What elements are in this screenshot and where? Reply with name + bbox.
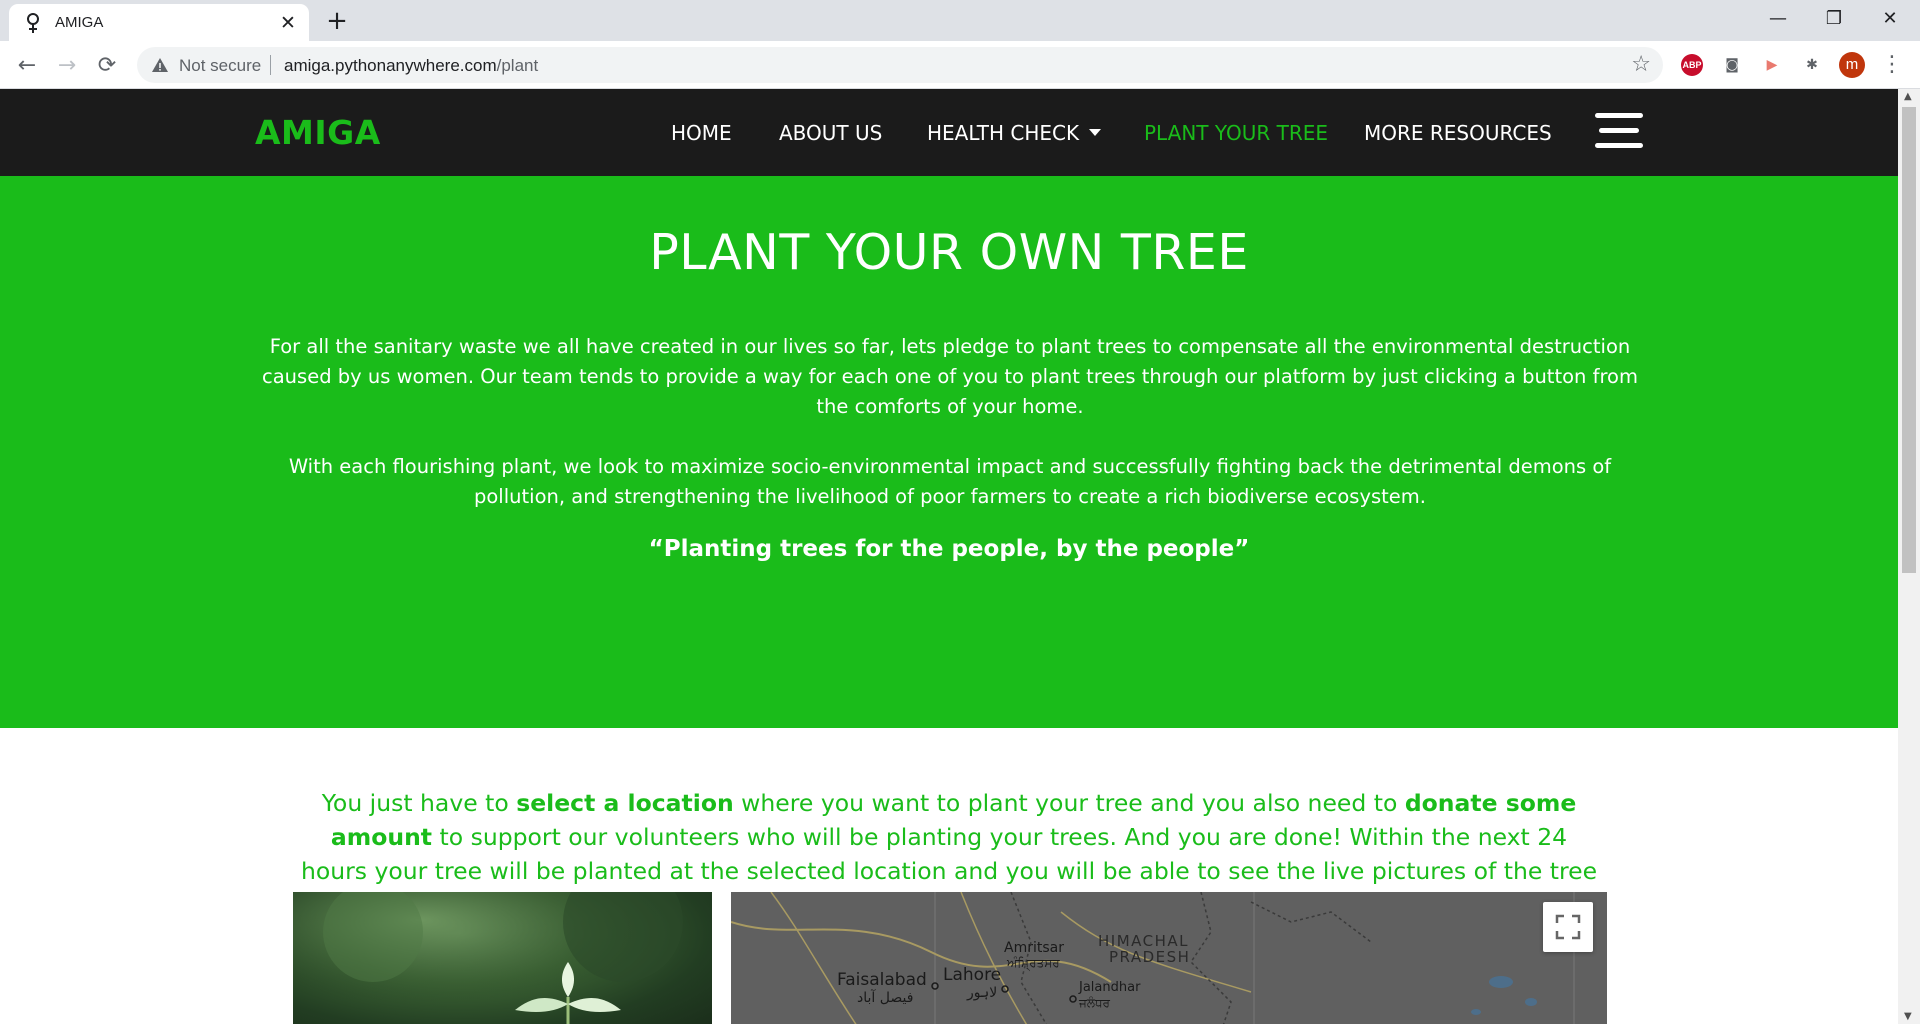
map-label-pradesh: PRADESH [1109,948,1191,966]
minimize-button[interactable]: — [1750,0,1806,41]
page-scrollbar[interactable]: ▲ ▼ [1898,89,1920,1024]
nav-about-us[interactable]: ABOUT US [779,121,882,145]
sapling-photo [293,892,712,1024]
tab-title: AMIGA [55,14,104,31]
hero-paragraph-1: For all the sanitary waste we all have c… [262,335,1638,418]
nav-home[interactable]: HOME [671,121,732,145]
fullscreen-icon [1555,914,1581,940]
close-window-button[interactable]: ✕ [1862,0,1918,41]
address-bar[interactable]: Not secure amiga.pythonanywhere.com/plan… [137,47,1663,83]
url-host: amiga.pythonanywhere.com [284,56,497,75]
reload-button[interactable]: ⟳ [91,50,123,82]
intro-text-part2: where you want to plant your tree and yo… [733,789,1405,817]
security-status[interactable]: Not secure [179,56,261,76]
bookmark-star-icon[interactable]: ☆ [1631,52,1651,77]
map-label-faisalabad-local: فیصل آباد [857,990,914,1006]
url-path: /plant [496,56,539,75]
scrollbar-thumb[interactable] [1902,107,1916,573]
browser-toolbar: ← → ⟳ Not secure amiga.pythonanywhere.co… [0,41,1920,89]
hero-quote: “Planting trees for the people, by the p… [648,536,1250,562]
hero-title: PLANT YOUR OWN TREE [649,224,1249,281]
sapling-illustration [293,892,712,1024]
scroll-up-arrow-icon[interactable]: ▲ [1904,91,1912,102]
site-brand-logo[interactable]: AMIGA [255,113,381,152]
map-label-faisalabad: Faisalabad [837,970,927,990]
map-label-amritsar-local: ਅੰਮ੍ਰਿਤਸਰ [1007,956,1060,970]
extensions-puzzle-icon[interactable]: ✱ [1799,52,1825,78]
intro-select-location: select a location [516,789,734,817]
profile-avatar[interactable]: m [1839,52,1865,78]
intro-text-part1: You just have to [321,789,517,817]
map-label-lahore: Lahore [943,965,1002,985]
new-tab-button[interactable]: + [322,7,352,35]
nav-health-check[interactable]: HEALTH CHECK [927,121,1102,145]
browser-menu-icon[interactable]: ⋮ [1879,52,1905,78]
hamburger-menu-icon[interactable] [1595,113,1643,149]
back-button[interactable]: ← [11,50,43,82]
browser-tabstrip: AMIGA ✕ + — ❐ ✕ [0,0,1920,41]
map-fullscreen-button[interactable] [1543,902,1593,952]
nav-more-resources[interactable]: MORE RESOURCES [1364,121,1552,145]
hero-paragraph-2: With each flourishing plant, we look to … [288,455,1612,508]
forward-button[interactable]: → [51,50,83,82]
location-map[interactable]: Amritsar ਅੰਮ੍ਰਿਤਸਰ HIMACHAL PRADESH Fais… [731,892,1607,1024]
adblock-extension-icon[interactable]: ABP [1681,54,1703,76]
map-label-jalandhar: Jalandhar [1079,980,1141,995]
hero-section: PLANT YOUR OWN TREE For all the sanitary… [0,176,1898,728]
restore-button[interactable]: ❐ [1806,0,1862,41]
omnibox-divider [270,55,271,75]
nav-health-check-label: HEALTH CHECK [927,121,1080,145]
tab-close-icon[interactable]: ✕ [277,12,299,34]
browser-tab-active[interactable]: AMIGA ✕ [9,4,309,41]
map-label-amritsar: Amritsar [1004,940,1064,956]
female-symbol-icon [27,13,39,33]
url-text[interactable]: amiga.pythonanywhere.com/plant [284,56,538,76]
map-label-lahore-local: لاہور [967,985,998,1001]
page-viewport: AMIGA HOME ABOUT US HEALTH CHECK PLANT Y… [0,89,1898,1024]
warning-icon [152,58,168,72]
site-navbar: AMIGA HOME ABOUT US HEALTH CHECK PLANT Y… [0,89,1898,176]
map-label-jalandhar-local: ਜਲੰਧਰ [1079,996,1110,1010]
cast-extension-icon[interactable]: ▶ [1759,52,1785,78]
camera-extension-icon[interactable]: ◙ [1719,52,1745,78]
scroll-down-arrow-icon[interactable]: ▼ [1904,1011,1912,1022]
caret-down-icon [1089,129,1102,136]
nav-plant-your-tree[interactable]: PLANT YOUR TREE [1144,121,1328,145]
